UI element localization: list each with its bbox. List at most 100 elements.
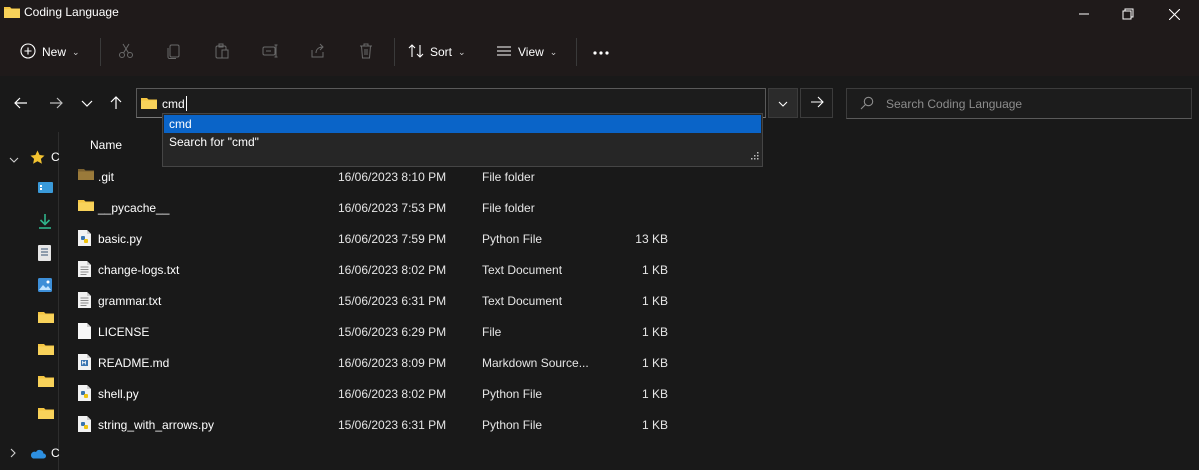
view-button[interactable]: View ⌄	[496, 36, 557, 68]
file-date-modified: 16/06/2023 7:53 PM	[338, 201, 447, 215]
arrow-left-icon	[14, 96, 28, 113]
file-date-modified: 15/06/2023 6:31 PM	[338, 294, 447, 308]
file-row[interactable]: grammar.txt 15/06/2023 6:31 PM Text Docume…	[60, 285, 1199, 316]
rename-icon	[262, 43, 278, 62]
toolbar-divider	[100, 38, 101, 66]
onedrive-cloud-icon	[29, 448, 46, 462]
pictures-icon[interactable]	[38, 278, 52, 295]
documents-icon[interactable]	[38, 245, 51, 264]
sidebar-item-onedrive[interactable]: C	[51, 446, 60, 460]
forward-button[interactable]	[44, 92, 68, 116]
file-name: string_with_arrows.py	[98, 418, 215, 432]
file-row[interactable]: string_with_arrows.py 15/06/2023 6:31 PM P…	[60, 409, 1199, 440]
column-header-name[interactable]: Name	[90, 138, 122, 152]
clipboard-icon	[214, 43, 230, 62]
text-caret	[186, 96, 187, 111]
sort-button[interactable]: Sort ⌄	[408, 36, 466, 68]
file-row[interactable]: README.md 16/06/2023 8:09 PM Markdown Sour…	[60, 347, 1199, 378]
file-type: Text Document	[482, 294, 563, 308]
file-type: Python File	[482, 232, 543, 246]
share-button[interactable]	[310, 36, 326, 68]
go-button[interactable]	[800, 88, 833, 118]
toolbar-divider	[576, 38, 577, 66]
maximize-button[interactable]	[1106, 0, 1150, 28]
file-size: 1 KB	[641, 294, 668, 308]
title-bar	[0, 0, 1199, 28]
copy-button[interactable]	[166, 36, 182, 68]
file-name: shell.py	[98, 387, 139, 401]
recent-locations-button[interactable]	[75, 92, 99, 116]
folder-icon	[4, 5, 20, 22]
scissors-icon	[118, 43, 134, 62]
python-file-icon	[78, 230, 91, 249]
paste-button[interactable]	[214, 36, 230, 68]
close-button[interactable]	[1152, 0, 1196, 28]
file-row[interactable]: __pycache__ 16/06/2023 7:53 PM File folder	[60, 192, 1199, 223]
address-autocomplete: cmd Search for "cmd"	[162, 113, 763, 167]
share-icon	[310, 43, 326, 62]
file-row[interactable]: shell.py 16/06/2023 8:02 PM Python File 1 K…	[60, 378, 1199, 409]
sort-label: Sort	[430, 45, 453, 59]
file-type: File	[482, 325, 502, 339]
file-name: grammar.txt	[98, 294, 162, 308]
folder-icon	[141, 97, 157, 113]
file-name: change-logs.txt	[98, 263, 180, 277]
file-row[interactable]: LICENSE 15/06/2023 6:29 PM File 1 KB	[60, 316, 1199, 347]
autocomplete-item[interactable]: Search for "cmd"	[164, 133, 761, 151]
rename-button[interactable]	[262, 36, 278, 68]
arrow-right-icon	[810, 96, 824, 111]
autocomplete-item[interactable]: cmd	[164, 115, 761, 133]
view-label: View	[518, 45, 544, 59]
chevron-right-icon[interactable]	[10, 447, 18, 461]
folder-icon	[78, 168, 94, 184]
file-name: .git	[98, 170, 115, 184]
desktop-icon[interactable]	[38, 182, 53, 198]
file-size: 1 KB	[641, 387, 668, 401]
cut-button[interactable]	[118, 36, 134, 68]
trash-icon	[358, 43, 374, 62]
more-icon	[592, 45, 610, 59]
folder-icon[interactable]	[38, 343, 54, 359]
sidebar-item-quick-access[interactable]: C	[51, 150, 60, 164]
file-date-modified: 15/06/2023 6:29 PM	[338, 325, 447, 339]
more-options-button[interactable]	[592, 36, 610, 68]
python-file-icon	[78, 416, 91, 435]
plus-circle-icon	[20, 42, 36, 62]
address-text: cmd	[162, 97, 185, 111]
up-button[interactable]	[104, 92, 128, 116]
chevron-down-icon	[81, 97, 93, 111]
python-file-icon	[78, 385, 91, 404]
downloads-icon[interactable]	[38, 214, 52, 232]
folder-icon[interactable]	[38, 311, 54, 327]
delete-button[interactable]	[358, 36, 374, 68]
file-size: 1 KB	[641, 325, 668, 339]
address-history-button[interactable]	[768, 88, 798, 118]
file-name: basic.py	[98, 232, 143, 246]
markdown-file-icon	[78, 354, 91, 373]
back-button[interactable]	[9, 92, 33, 116]
resize-grip-icon[interactable]	[751, 149, 759, 163]
list-view-icon	[496, 43, 512, 62]
search-icon	[860, 96, 874, 113]
arrow-up-icon	[109, 95, 123, 113]
file-type: Markdown Source...	[482, 356, 589, 370]
file-name: __pycache__	[98, 201, 170, 215]
file-type: Python File	[482, 387, 543, 401]
chevron-expanded-icon[interactable]	[9, 154, 19, 168]
new-button[interactable]: New ⌄	[20, 36, 80, 68]
file-row[interactable]: change-logs.txt 16/06/2023 8:02 PM Text Do…	[60, 254, 1199, 285]
folder-icon[interactable]	[38, 375, 54, 391]
navigation-pane: C C	[0, 132, 60, 470]
file-icon	[78, 323, 91, 342]
arrow-right-icon	[49, 96, 63, 113]
folder-icon	[78, 199, 94, 215]
text-file-icon	[78, 261, 91, 280]
chevron-down-icon: ⌄	[549, 46, 558, 57]
star-icon	[30, 150, 45, 168]
file-type: File folder	[482, 201, 535, 215]
chevron-down-icon: ⌄	[458, 46, 466, 57]
minimize-button[interactable]	[1062, 0, 1106, 28]
file-row[interactable]: basic.py 16/06/2023 7:59 PM Python File 13 …	[60, 223, 1199, 254]
folder-icon[interactable]	[38, 407, 54, 423]
chevron-down-icon: ⌄	[72, 46, 80, 57]
